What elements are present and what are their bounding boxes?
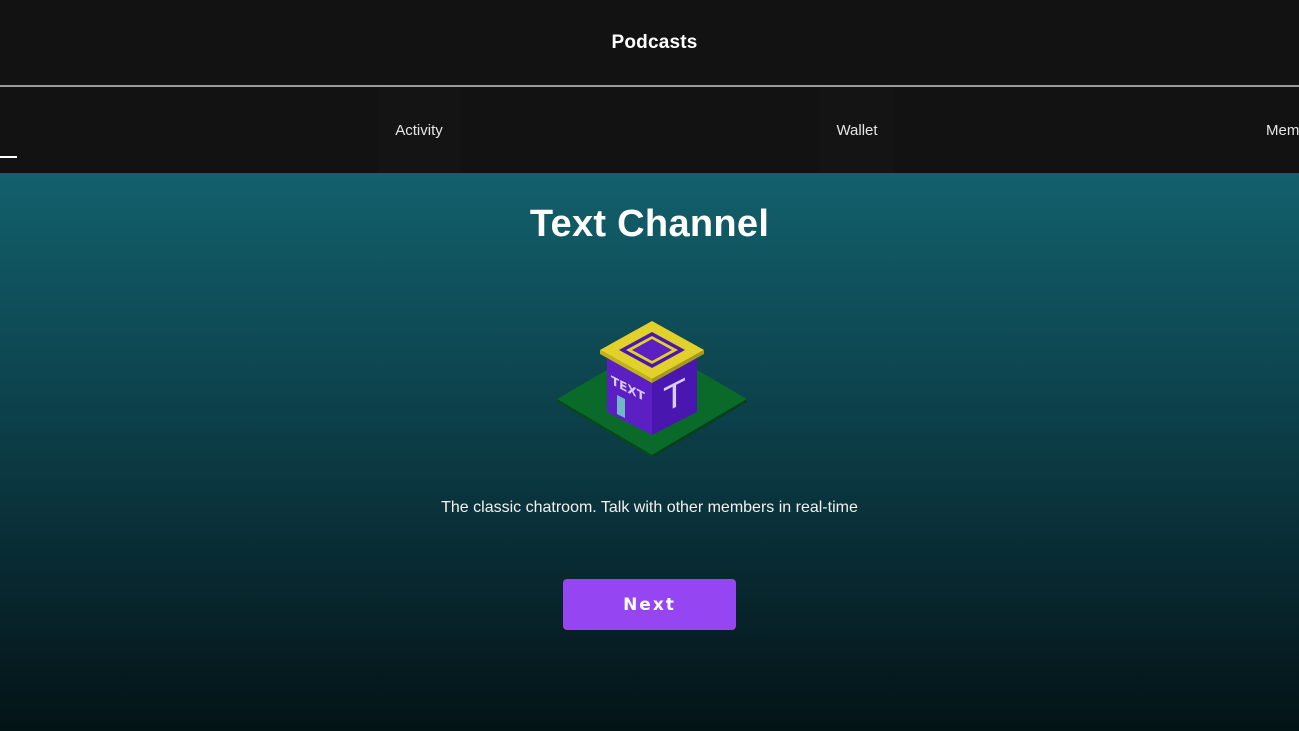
active-tab-indicator	[0, 156, 17, 158]
tab-bar: Activity Wallet Mem	[0, 87, 1299, 173]
text-channel-building-icon: TEXT T	[555, 317, 750, 458]
tab-activity-label: Activity	[395, 121, 443, 139]
tab-members[interactable]: Mem	[1266, 87, 1299, 173]
onboarding-panel: Text Channel TEXT T The classic chatroom…	[0, 173, 1299, 731]
channel-type-title: Text Channel	[529, 203, 770, 245]
channel-description: The classic chatroom. Talk with other me…	[441, 499, 858, 516]
app-window: Podcasts Activity Wallet Mem Text Channe…	[0, 0, 1299, 731]
next-button[interactable]: Next	[563, 579, 736, 630]
top-header: Podcasts	[0, 0, 1299, 85]
tab-activity[interactable]: Activity	[378, 87, 460, 173]
tab-wallet[interactable]: Wallet	[820, 87, 894, 173]
page-title: Podcasts	[611, 31, 698, 53]
tab-wallet-label: Wallet	[836, 121, 878, 139]
tab-members-label: Mem	[1266, 121, 1299, 139]
